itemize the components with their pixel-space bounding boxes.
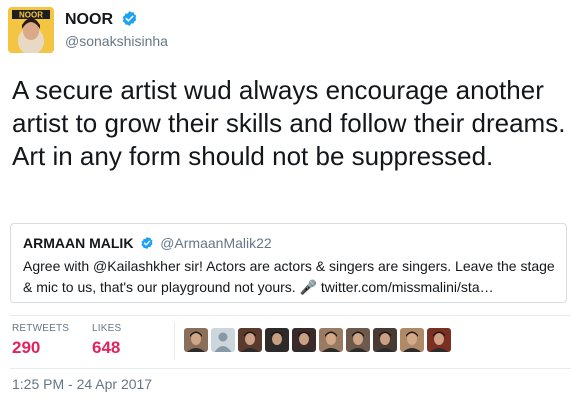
quoted-verified-badge-icon bbox=[140, 236, 154, 253]
verified-badge-icon bbox=[121, 10, 138, 32]
quoted-tweet-text: Agree with @Kailashkher sir! Actors are … bbox=[23, 258, 555, 295]
liker-avatar-2[interactable] bbox=[211, 328, 235, 352]
liker-avatar-10[interactable] bbox=[427, 328, 451, 352]
liker-avatar-7[interactable] bbox=[346, 328, 370, 352]
stats-separator bbox=[174, 322, 175, 360]
author-avatar[interactable]: NOOR bbox=[8, 7, 54, 53]
liker-avatar-8[interactable] bbox=[373, 328, 397, 352]
quoted-author-name[interactable]: ARMAAN MALIK bbox=[23, 235, 133, 251]
retweets-stat[interactable]: RETWEETS 290 bbox=[12, 323, 69, 358]
default-user-icon bbox=[211, 328, 235, 352]
quoted-author-handle[interactable]: @ArmaanMalik22 bbox=[160, 235, 271, 251]
tweet-text: A secure artist wud always encourage ano… bbox=[12, 75, 566, 171]
author-display-name[interactable]: NOOR bbox=[65, 10, 138, 32]
liker-avatar-4[interactable] bbox=[265, 328, 289, 352]
quoted-author[interactable]: ARMAAN MALIK @ArmaanMalik22 bbox=[23, 235, 272, 253]
liker-avatar-6[interactable] bbox=[319, 328, 343, 352]
likes-stat[interactable]: LIKES 648 bbox=[92, 323, 121, 358]
stats-top-divider bbox=[10, 315, 571, 316]
liker-avatar-5[interactable] bbox=[292, 328, 316, 352]
avatar-logo-text: NOOR bbox=[19, 11, 43, 20]
retweets-label: RETWEETS bbox=[12, 323, 70, 334]
author-name-text[interactable]: NOOR bbox=[65, 11, 113, 28]
liker-avatar-1[interactable] bbox=[184, 328, 208, 352]
liker-avatar-3[interactable] bbox=[238, 328, 262, 352]
author-handle[interactable]: @sonakshisinha bbox=[65, 33, 168, 49]
retweets-count[interactable]: 290 bbox=[12, 338, 69, 358]
quoted-tweet-card[interactable]: ARMAAN MALIK @ArmaanMalik22 Agree with @… bbox=[10, 223, 567, 303]
stats-bottom-divider bbox=[10, 368, 571, 369]
likes-label: LIKES bbox=[92, 323, 122, 334]
likes-count[interactable]: 648 bbox=[92, 338, 121, 358]
liker-avatar-9[interactable] bbox=[400, 328, 424, 352]
tweet-timestamp[interactable]: 1:25 PM - 24 Apr 2017 bbox=[12, 376, 152, 392]
